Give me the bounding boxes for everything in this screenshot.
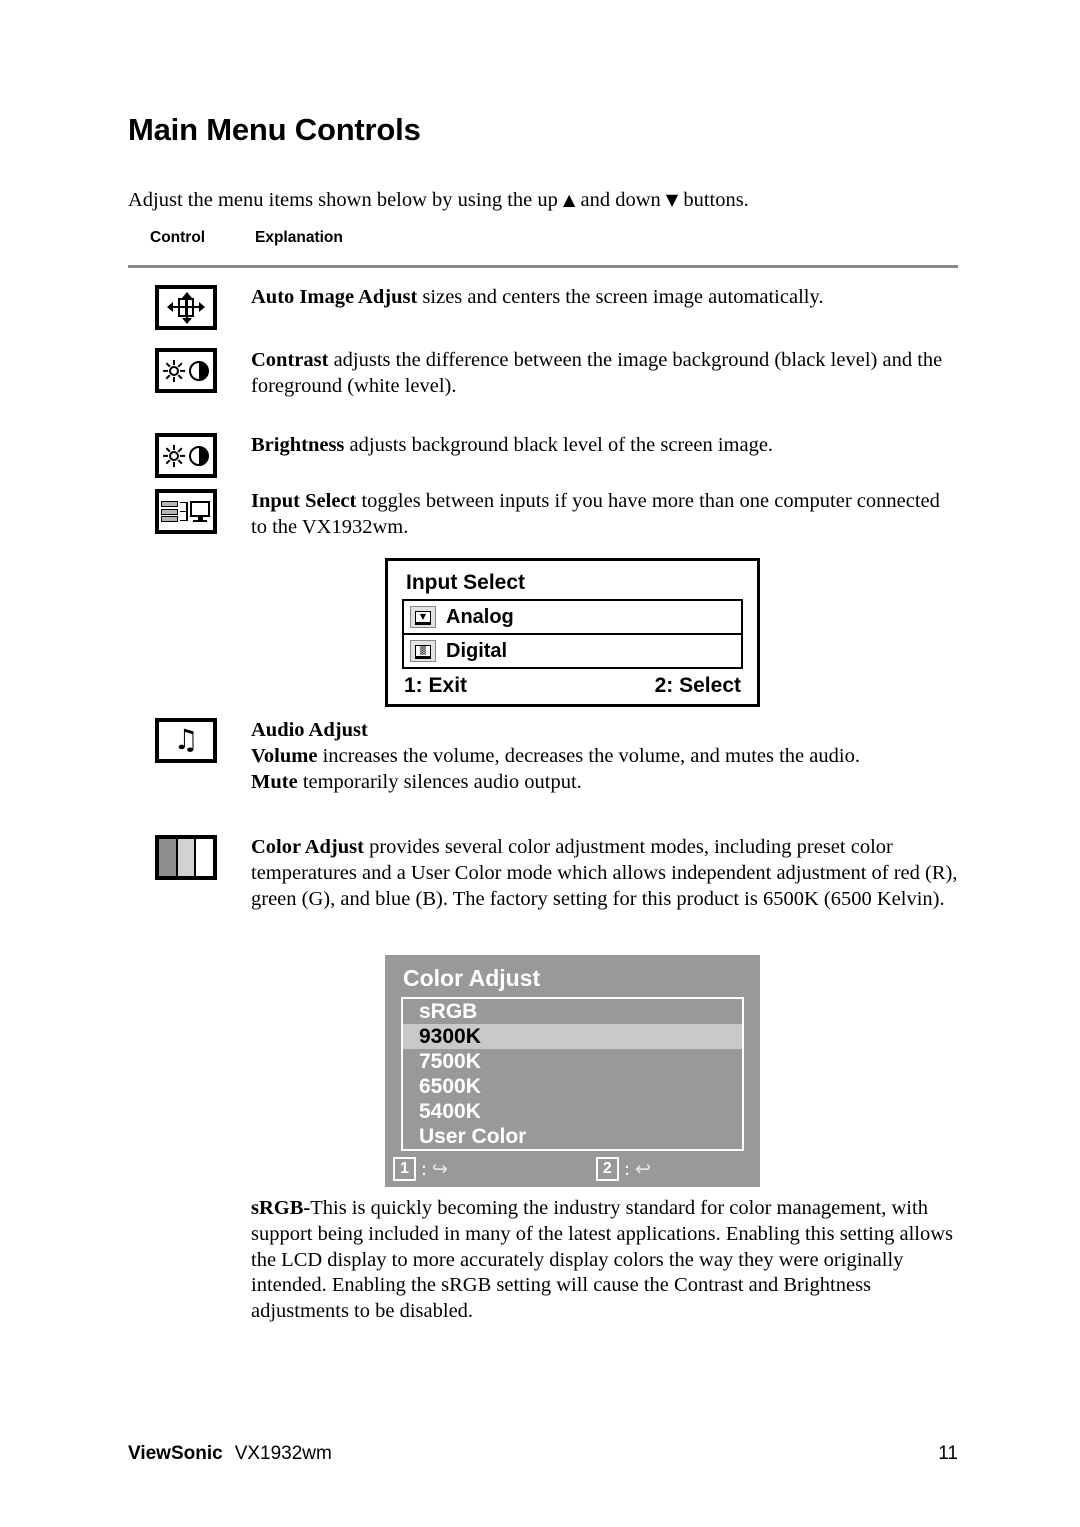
column-headers: Control Explanation <box>150 229 343 247</box>
color-adjust-icon <box>155 835 225 880</box>
document-page: Main Menu Controls Adjust the menu items… <box>128 0 958 1527</box>
term-mute: Mute <box>251 770 298 793</box>
row-text: Color Adjust provides several color adju… <box>251 835 958 912</box>
digital-monitor-icon: ▒ <box>410 640 436 662</box>
term: Auto Image Adjust <box>251 286 418 308</box>
column-header-control: Control <box>150 229 206 246</box>
osd-option-label: Digital <box>446 639 508 662</box>
digital-glyph: ▒ <box>415 645 431 657</box>
description: sizes and centers the screen image autom… <box>417 286 824 308</box>
description: This is quickly becoming the industry st… <box>251 1197 954 1323</box>
osd-option-5400k[interactable]: 5400K <box>403 1099 742 1124</box>
select-icon: ↩ <box>634 1157 651 1180</box>
brand-name: ViewSonic <box>128 1443 223 1464</box>
audio-adjust-heading: Audio Adjust <box>251 719 368 741</box>
page-number: 11 <box>938 1443 958 1464</box>
osd-option-digital[interactable]: ▒ Digital <box>404 635 741 667</box>
osd-exit-hint: 1: Exit <box>404 674 468 697</box>
description: adjusts the difference between the image… <box>251 349 943 397</box>
analog-glyph: ▼ <box>415 611 431 623</box>
osd-option-list: sRGB 9300K 7500K 6500K 5400K User Color <box>401 997 744 1151</box>
down-arrow-icon: ▼ <box>665 189 679 209</box>
audio-adjust-icon: ♫ <box>155 718 225 763</box>
osd-option-7500k[interactable]: 7500K <box>403 1049 742 1074</box>
intro-after: buttons. <box>678 188 749 211</box>
input-select-icon <box>155 489 225 534</box>
row-text: Contrast adjusts the difference between … <box>251 348 958 400</box>
page-footer: ViewSonic VX1932wm 11 <box>128 1443 958 1465</box>
separator: : <box>623 1158 630 1180</box>
term: Contrast <box>251 349 329 371</box>
osd-title: Input Select <box>406 571 526 594</box>
term: Brightness <box>251 434 345 456</box>
intro-before: Adjust the menu items shown below by usi… <box>128 188 564 211</box>
description-mute: temporarily silences audio output. <box>297 770 582 793</box>
intro-text: Adjust the menu items shown below by usi… <box>128 188 749 214</box>
intro-between: and down <box>575 188 666 211</box>
osd-color-adjust-panel: Color Adjust sRGB 9300K 7500K 6500K 5400… <box>385 955 760 1187</box>
up-arrow-icon: ▲ <box>563 189 576 209</box>
row-text: Audio Adjust Volume increases the volume… <box>251 718 958 795</box>
page-title: Main Menu Controls <box>128 112 421 147</box>
description: adjusts background black level of the sc… <box>344 434 774 456</box>
auto-image-adjust-icon <box>155 285 225 330</box>
osd-option-analog[interactable]: ▼ Analog <box>404 601 741 635</box>
row-text: sRGB-This is quickly becoming the indust… <box>251 1196 958 1325</box>
osd-option-srgb[interactable]: sRGB <box>403 999 742 1024</box>
analog-monitor-icon: ▼ <box>410 606 436 628</box>
column-header-explanation: Explanation <box>255 229 343 246</box>
term: Input Select <box>251 490 357 512</box>
term: Color Adjust <box>251 836 364 858</box>
contrast-icon <box>155 348 225 393</box>
osd-select-hint: 2 : ↩ <box>595 1157 651 1181</box>
term: sRGB- <box>251 1197 311 1219</box>
osd-option-user-color[interactable]: User Color <box>403 1124 742 1149</box>
model-name: VX1932wm <box>234 1443 332 1464</box>
osd-option-9300k[interactable]: 9300K <box>403 1024 742 1049</box>
osd-input-select-panel: Input Select ▼ Analog ▒ Digital 1: Exit … <box>385 558 760 707</box>
osd-title: Color Adjust <box>403 965 541 991</box>
term-volume: Volume <box>251 744 318 767</box>
osd-option-label: Analog <box>446 605 514 628</box>
brightness-icon <box>155 433 225 478</box>
key-1: 1 <box>393 1157 416 1181</box>
separator: : <box>420 1158 427 1180</box>
osd-footer: 1 : ↪ 2 : ↩ <box>393 1157 760 1181</box>
row-text: Brightness adjusts background black leve… <box>251 433 958 459</box>
row-text: Auto Image Adjust sizes and centers the … <box>251 285 958 311</box>
key-2: 2 <box>595 1157 619 1181</box>
row-text: Input Select toggles between inputs if y… <box>251 489 958 541</box>
osd-option-list: ▼ Analog ▒ Digital <box>402 599 743 669</box>
osd-footer: 1: Exit 2: Select <box>404 674 741 698</box>
header-divider <box>128 265 958 268</box>
osd-select-hint: 2: Select <box>654 674 741 697</box>
exit-icon: ↪ <box>431 1157 448 1180</box>
description-volume: increases the volume, decreases the volu… <box>317 744 860 767</box>
osd-option-6500k[interactable]: 6500K <box>403 1074 742 1099</box>
osd-exit-hint: 1 : ↪ <box>393 1157 448 1181</box>
